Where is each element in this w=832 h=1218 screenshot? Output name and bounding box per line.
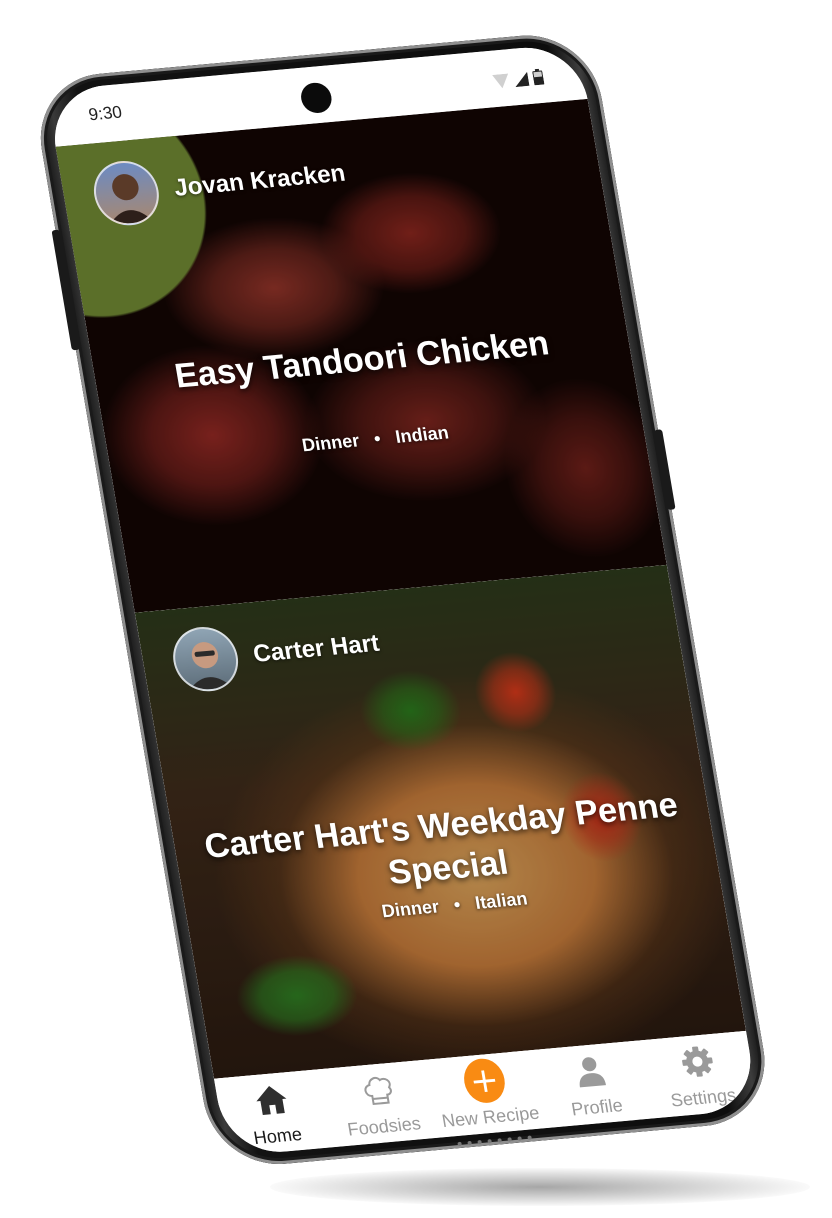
chef-hat-icon bbox=[355, 1069, 402, 1113]
author-name[interactable]: Jovan Kracken bbox=[172, 159, 348, 202]
new-recipe-button[interactable]: + bbox=[460, 1056, 509, 1105]
cuisine-tag: Indian bbox=[393, 422, 451, 447]
nav-item-profile[interactable]: Profile bbox=[533, 1040, 653, 1128]
nav-item-settings[interactable]: Settings bbox=[640, 1031, 760, 1119]
cuisine-tag: Italian bbox=[473, 888, 529, 913]
home-icon bbox=[248, 1078, 295, 1122]
nav-label: Home bbox=[252, 1123, 304, 1149]
front-camera bbox=[298, 81, 334, 115]
recipe-card[interactable]: Jovan Kracken Easy Tandoori Chicken Dinn… bbox=[55, 98, 667, 613]
nav-label: New Recipe bbox=[440, 1102, 541, 1132]
power-button bbox=[654, 429, 676, 510]
gear-icon bbox=[674, 1040, 721, 1084]
tag-separator: • bbox=[452, 894, 462, 915]
nav-item-home[interactable]: Home bbox=[214, 1069, 334, 1157]
meal-tag: Dinner bbox=[300, 430, 361, 456]
device-shadow bbox=[270, 1168, 810, 1206]
nav-item-new-recipe[interactable]: + New Recipe bbox=[427, 1050, 547, 1138]
person-icon bbox=[567, 1049, 614, 1093]
tag-separator: • bbox=[372, 428, 383, 449]
avatar[interactable] bbox=[168, 624, 244, 695]
avatar[interactable] bbox=[88, 158, 164, 229]
nav-label: Settings bbox=[669, 1084, 738, 1111]
meal-tag: Dinner bbox=[380, 896, 441, 922]
battery-icon bbox=[532, 68, 545, 86]
status-time: 9:30 bbox=[87, 102, 124, 125]
phone-stage: 9:30 Jovan Kracken Easy Tandoori Chicken… bbox=[30, 29, 776, 1171]
plus-icon: + bbox=[460, 1056, 509, 1105]
screen: 9:30 Jovan Kracken Easy Tandoori Chicken… bbox=[46, 42, 760, 1157]
signal-icon bbox=[515, 71, 530, 88]
recipe-feed[interactable]: Jovan Kracken Easy Tandoori Chicken Dinn… bbox=[55, 98, 746, 1079]
recipe-card[interactable]: Carter Hart Carter Hart's Weekday Penne … bbox=[134, 564, 746, 1079]
nav-label: Profile bbox=[569, 1094, 625, 1120]
phone-frame: 9:30 Jovan Kracken Easy Tandoori Chicken… bbox=[30, 29, 776, 1171]
author-name[interactable]: Carter Hart bbox=[251, 630, 381, 669]
status-icons bbox=[492, 68, 545, 89]
nav-item-foodsies[interactable]: Foodsies bbox=[320, 1060, 440, 1148]
wifi-icon bbox=[492, 73, 509, 89]
nav-label: Foodsies bbox=[345, 1113, 423, 1140]
